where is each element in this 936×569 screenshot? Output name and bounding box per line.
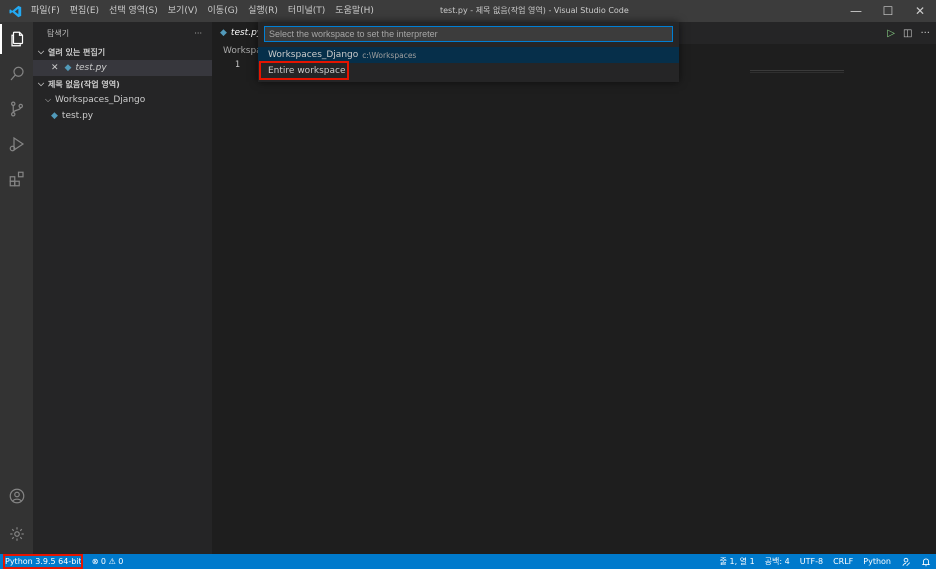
open-editors-section[interactable]: ⌵ 열려 있는 편집기 bbox=[33, 44, 212, 60]
menu-run[interactable]: 실행(R) bbox=[243, 0, 283, 22]
python-interpreter-status[interactable]: Python 3.9.5 64-bit bbox=[0, 554, 87, 569]
menu-go[interactable]: 이동(G) bbox=[203, 0, 244, 22]
minimize-button[interactable]: — bbox=[840, 0, 872, 22]
open-editor-label: test.py bbox=[75, 63, 107, 73]
problems-status[interactable]: ⊗ 0 ⚠ 0 bbox=[87, 554, 129, 569]
language-mode-status[interactable]: Python bbox=[858, 554, 896, 569]
explorer-header: 탐색기 ··· bbox=[33, 22, 212, 44]
indentation-status[interactable]: 공백: 4 bbox=[760, 554, 795, 569]
workspace-section[interactable]: ⌵ 제목 없음(작업 영역) bbox=[33, 76, 212, 92]
menu-terminal[interactable]: 터미널(T) bbox=[283, 0, 330, 22]
run-python-file-icon[interactable]: ▷ bbox=[887, 28, 895, 39]
explorer-title: 탐색기 bbox=[47, 28, 70, 38]
feedback-icon[interactable] bbox=[896, 554, 916, 569]
minimap-divider bbox=[750, 70, 844, 71]
close-editor-icon[interactable]: ✕ bbox=[51, 63, 59, 73]
split-editor-icon[interactable]: ◫ bbox=[903, 28, 912, 39]
open-editors-header: 열려 있는 편집기 bbox=[48, 47, 106, 57]
close-button[interactable]: ✕ bbox=[904, 0, 936, 22]
quick-pick-widget: Workspaces_Django c:\Workspaces Entire w… bbox=[258, 22, 679, 82]
quick-pick-input[interactable] bbox=[264, 26, 673, 42]
menu-selection[interactable]: 선택 영역(S) bbox=[104, 0, 163, 22]
line-number: 1 bbox=[234, 60, 240, 70]
explorer-files-icon[interactable] bbox=[0, 24, 33, 54]
vscode-logo-icon bbox=[4, 0, 26, 22]
status-bar: Python 3.9.5 64-bit ⊗ 0 ⚠ 0 줄 1, 열 1 공백:… bbox=[0, 554, 936, 569]
chevron-down-icon: ⌵ bbox=[37, 47, 45, 56]
menu-bar: 파일(F) 편집(E) 선택 영역(S) 보기(V) 이동(G) 실행(R) 터… bbox=[26, 0, 379, 22]
more-actions-icon[interactable]: ··· bbox=[920, 28, 930, 39]
run-debug-icon[interactable] bbox=[0, 129, 33, 159]
explorer-sidebar: 탐색기 ··· ⌵ 열려 있는 편집기 ✕ ◆ test.py ⌵ 제목 없음(… bbox=[33, 22, 212, 554]
window-title: test.py - 제목 없음(작업 영역) - Visual Studio C… bbox=[440, 6, 629, 15]
file-label: test.py bbox=[61, 111, 94, 121]
status-bar-right: 줄 1, 열 1 공백: 4 UTF-8 CRLF Python bbox=[715, 554, 936, 569]
quick-pick-item-workspaces-django[interactable]: Workspaces_Django c:\Workspaces bbox=[258, 47, 679, 63]
chevron-down-icon: ⌵ bbox=[37, 79, 45, 88]
menu-edit[interactable]: 편집(E) bbox=[65, 0, 104, 22]
folder-label: Workspaces_Django bbox=[55, 95, 146, 105]
chevron-down-icon: ⌵ bbox=[44, 95, 52, 104]
window-controls: — ☐ ✕ bbox=[840, 0, 936, 22]
extensions-icon[interactable] bbox=[0, 164, 33, 194]
python-file-icon: ◆ bbox=[220, 28, 227, 38]
menu-view[interactable]: 보기(V) bbox=[163, 0, 203, 22]
python-file-icon: ◆ bbox=[64, 63, 72, 73]
minimap-divider bbox=[750, 72, 844, 73]
menu-file[interactable]: 파일(F) bbox=[26, 0, 65, 22]
eol-status[interactable]: CRLF bbox=[828, 554, 858, 569]
title-bar: 파일(F) 편집(E) 선택 영역(S) 보기(V) 이동(G) 실행(R) 터… bbox=[0, 0, 936, 22]
quick-pick-item-label: Entire workspace bbox=[268, 66, 346, 76]
python-file-icon: ◆ bbox=[51, 111, 58, 121]
explorer-more-actions-icon[interactable]: ··· bbox=[194, 29, 202, 38]
editor-area: ◆ test.py ▷ ◫ ··· Workspac 1 bbox=[212, 22, 936, 554]
menu-help[interactable]: 도움말(H) bbox=[330, 0, 379, 22]
maximize-button[interactable]: ☐ bbox=[872, 0, 904, 22]
source-control-icon[interactable] bbox=[0, 94, 33, 124]
quick-pick-item-entire-workspace[interactable]: Entire workspace bbox=[258, 63, 679, 79]
notifications-bell-icon[interactable] bbox=[916, 554, 936, 569]
file-item[interactable]: ◆ test.py bbox=[33, 108, 212, 124]
editor-actions: ▷ ◫ ··· bbox=[887, 22, 930, 44]
quick-pick-item-label: Workspaces_Django bbox=[268, 50, 359, 60]
workspace-header: 제목 없음(작업 영역) bbox=[48, 79, 120, 89]
search-icon[interactable] bbox=[0, 59, 33, 89]
folder-item[interactable]: ⌵ Workspaces_Django bbox=[33, 92, 212, 108]
quick-pick-item-description: c:\Workspaces bbox=[362, 50, 417, 60]
cursor-position-status[interactable]: 줄 1, 열 1 bbox=[715, 554, 760, 569]
open-editor-item[interactable]: ✕ ◆ test.py bbox=[33, 60, 212, 76]
account-icon[interactable] bbox=[0, 481, 33, 511]
settings-gear-icon[interactable] bbox=[0, 519, 33, 549]
activity-bar bbox=[0, 22, 33, 554]
encoding-status[interactable]: UTF-8 bbox=[795, 554, 828, 569]
